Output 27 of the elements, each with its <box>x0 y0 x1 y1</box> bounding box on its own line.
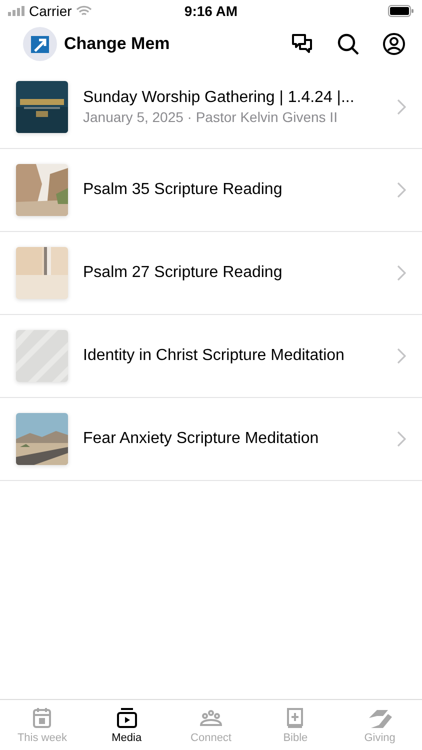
carrier-label: Carrier <box>29 3 72 19</box>
list-row[interactable]: Sunday Worship Gathering | 1.4.24 |... January 5, 2025 · Pastor Kelvin Givens II <box>0 66 422 149</box>
app-title: Change Mem <box>64 34 171 54</box>
tab-item[interactable]: Media <box>84 700 169 750</box>
item-title: Psalm 27 Scripture Reading <box>83 264 284 282</box>
item-title: Sunday Worship Gathering | 1.4.24 |... <box>83 89 356 107</box>
chat-icon[interactable] <box>290 32 314 56</box>
list-row[interactable]: Identity in Christ Scripture Meditation <box>0 315 422 398</box>
chevron-icon <box>397 182 406 198</box>
logo-icon <box>23 27 57 61</box>
search-icon[interactable] <box>336 32 360 56</box>
profile-icon[interactable] <box>382 32 406 56</box>
wifi-icon <box>76 5 92 17</box>
chevron-icon <box>397 99 406 115</box>
chevron-icon <box>397 348 406 364</box>
list-row[interactable]: Psalm 35 Scripture Reading <box>0 149 422 232</box>
item-subtitle: January 5, 2025 · Pastor Kelvin Givens II <box>83 109 338 125</box>
list-row[interactable]: Fear Anxiety Scripture Meditation <box>0 398 422 481</box>
battery-icon <box>388 5 414 17</box>
item-title: Fear Anxiety Scripture Meditation <box>83 430 320 448</box>
signal-icon <box>8 6 25 16</box>
status-time: 9:16 AM <box>184 3 238 19</box>
item-title: Identity in Christ Scripture Meditation <box>83 347 346 365</box>
list-row[interactable]: Psalm 27 Scripture Reading <box>0 232 422 315</box>
chevron-icon <box>397 431 406 447</box>
item-title: Psalm 35 Scripture Reading <box>83 181 284 199</box>
chevron-icon <box>397 265 406 281</box>
